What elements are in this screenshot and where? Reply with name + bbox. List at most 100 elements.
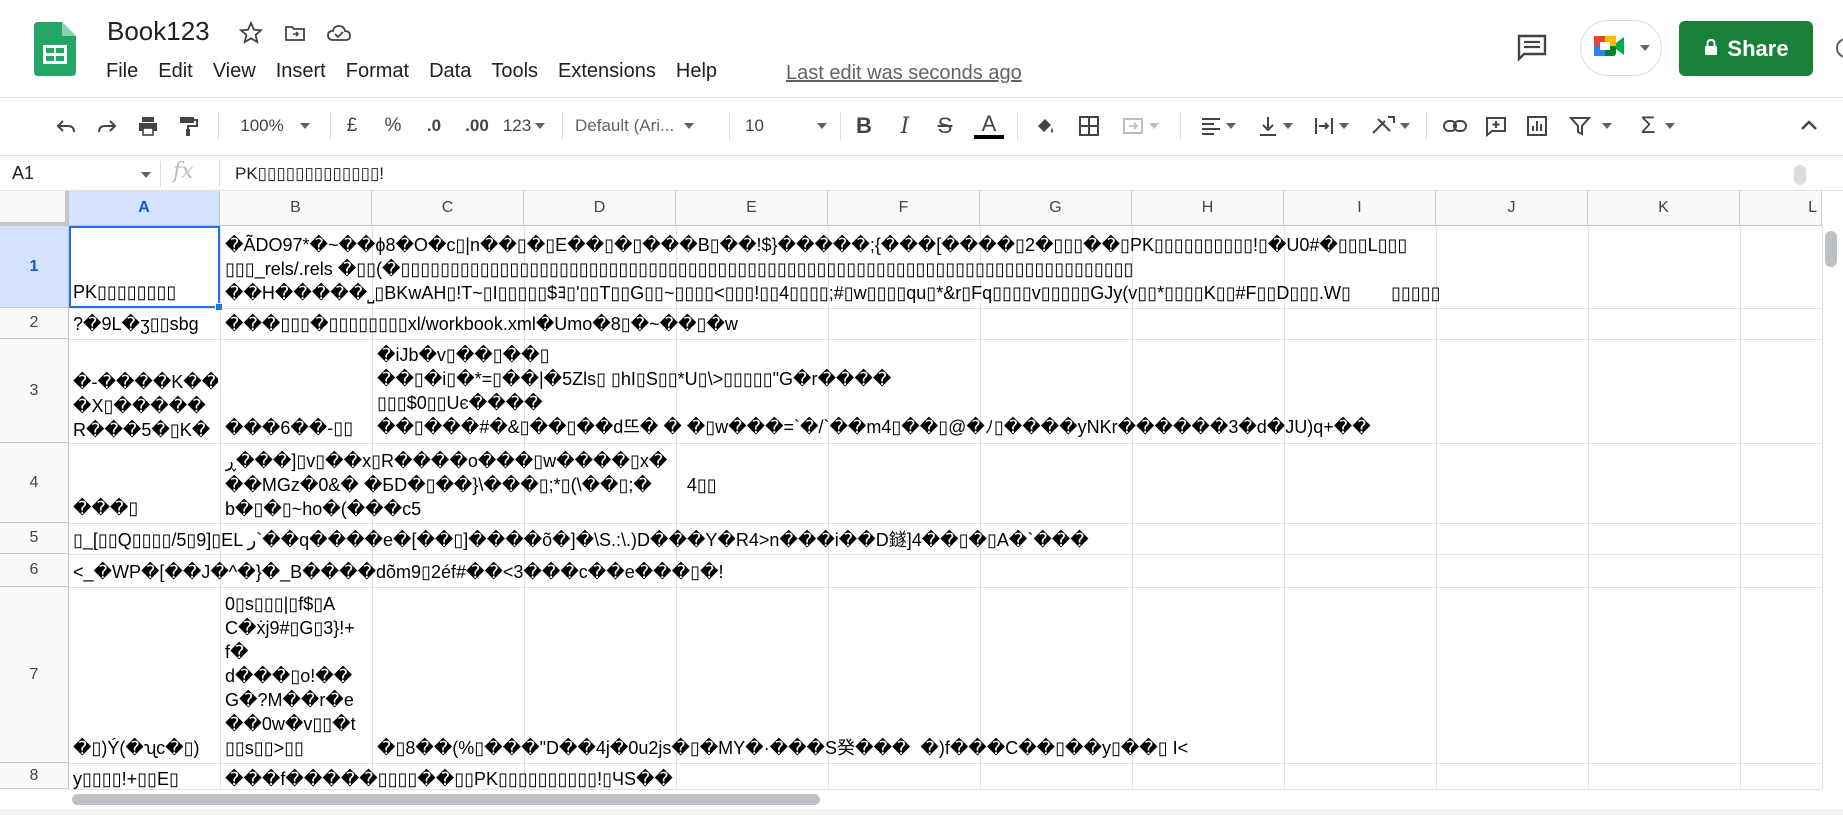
functions-icon[interactable]: Σ	[1630, 110, 1686, 142]
column-header-h[interactable]: H	[1132, 191, 1284, 226]
valign-bottom-icon[interactable]	[1250, 110, 1300, 142]
percent-button[interactable]: %	[378, 110, 408, 142]
cell-b4[interactable]: ڕ���]▯v▯��x▯R����o���▯w����▯x� ��MGz�0&�…	[225, 449, 825, 521]
cloud-status-icon[interactable]	[324, 18, 354, 48]
menu-view[interactable]: View	[213, 60, 256, 83]
cell-c3[interactable]: �iJb�v▯��▯��▯ ��▯�i▯�*=▯��|�5Zls▯ ▯hI▯S▯…	[377, 343, 1820, 439]
row-header-6[interactable]: 6	[0, 554, 69, 587]
column-header-b[interactable]: B	[220, 191, 372, 226]
chart-icon[interactable]	[1520, 110, 1554, 142]
currency-button[interactable]: £	[338, 110, 366, 142]
cell-b8[interactable]: ���f�����▯▯▯▯��▯▯PK▯▯▯▯▯▯▯▯▯▯!▯ЧS��	[225, 767, 1125, 789]
increase-decimal-button[interactable]: .00	[458, 110, 496, 142]
cell-a8[interactable]: y▯▯▯▯!+▯▯E▯	[73, 767, 218, 789]
bold-icon[interactable]: B	[849, 110, 879, 142]
link-icon[interactable]	[1438, 110, 1472, 142]
paint-format-icon[interactable]	[172, 110, 204, 142]
row-header-7[interactable]: 7	[0, 587, 69, 763]
filter-icon[interactable]	[1562, 110, 1618, 142]
text-rotate-icon[interactable]	[1362, 110, 1418, 142]
row-header-3[interactable]: 3	[0, 339, 69, 443]
fx-icon: fx	[173, 159, 194, 184]
font-size-select[interactable]: 10	[745, 110, 827, 142]
row-header-1[interactable]: 1	[0, 226, 69, 308]
zoom-value: 100%	[240, 116, 284, 135]
undo-icon[interactable]	[50, 110, 82, 142]
cell-a5[interactable]: ▯_[▯▯Q▯▯▯▯/5▯9]▯EL ر`��q����e�[��▯]����õ…	[73, 528, 1818, 552]
menu-format[interactable]: Format	[346, 60, 409, 83]
text-color-bar	[974, 135, 1004, 139]
row-header-2[interactable]: 2	[0, 308, 69, 339]
column-header-c[interactable]: C	[372, 191, 524, 226]
column-header-a[interactable]: A	[69, 191, 220, 226]
column-header-i[interactable]: I	[1284, 191, 1436, 226]
menu-extensions[interactable]: Extensions	[558, 60, 656, 83]
column-header-k[interactable]: K	[1588, 191, 1740, 226]
document-title[interactable]: Book123	[107, 16, 210, 47]
move-icon[interactable]	[280, 18, 310, 48]
meet-button[interactable]	[1580, 20, 1662, 76]
chevron-down-icon	[1400, 123, 1410, 129]
sheets-logo-icon[interactable]	[34, 22, 76, 76]
chevron-down-icon	[299, 123, 310, 129]
cell-a7[interactable]: �▯)Ý(�ʯc�▯)	[73, 736, 218, 760]
chevron-down-icon	[1602, 123, 1612, 129]
cell-a2[interactable]: ?�9L�ʒ▯▯sbg	[73, 312, 218, 336]
cell-c7[interactable]: �▯8��(%▯���"D��4j�0u2js�▯�MY�·���S癸��� �…	[377, 736, 1820, 760]
decrease-decimal-button[interactable]: .0	[418, 110, 450, 142]
menu-data[interactable]: Data	[429, 60, 471, 83]
vertical-scrollbar[interactable]	[1822, 226, 1843, 789]
column-header-j[interactable]: J	[1436, 191, 1588, 226]
formula-input[interactable]: PK▯▯▯▯▯▯▯▯▯▯▯▯▯!	[235, 164, 384, 184]
column-header-f[interactable]: F	[828, 191, 980, 226]
text-color-icon[interactable]: A	[972, 110, 1006, 142]
cell-a6[interactable]: <_�WP�[��J�^�}�_B����dõm9▯2éf#��<3���c��…	[73, 560, 1818, 584]
align-left-icon[interactable]	[1193, 110, 1243, 142]
name-box[interactable]: A1	[12, 163, 34, 184]
menu-bar: File Edit View Insert Format Data Tools …	[106, 60, 737, 83]
last-edit-link[interactable]: Last edit was seconds ago	[786, 62, 1022, 85]
print-icon[interactable]	[132, 110, 164, 142]
merge-cells-icon[interactable]	[1115, 110, 1165, 142]
cell-a4[interactable]: ���▯	[73, 496, 218, 520]
horizontal-scroll-thumb[interactable]	[72, 794, 820, 805]
cell-a3[interactable]: �-����K�� �X▯����� R���5�▯K�	[73, 370, 218, 442]
collapse-icon[interactable]	[1794, 110, 1824, 142]
more-formats-select[interactable]: 123	[498, 110, 550, 142]
column-header-g[interactable]: G	[980, 191, 1132, 226]
cell-b1[interactable]: �ÃDO97*�~��ϕ8�O�c▯|n��▯�▯E��▯�▯���B▯��!$…	[225, 233, 1820, 305]
fill-color-icon[interactable]	[1028, 110, 1062, 142]
borders-icon[interactable]	[1073, 110, 1105, 142]
menu-edit[interactable]: Edit	[158, 60, 192, 83]
star-icon[interactable]	[236, 18, 266, 48]
text-wrap-icon[interactable]	[1306, 110, 1356, 142]
column-header-d[interactable]: D	[524, 191, 676, 226]
comment-icon[interactable]	[1479, 110, 1513, 142]
account-avatar[interactable]	[1836, 38, 1843, 58]
redo-icon[interactable]	[91, 110, 123, 142]
row-header-4[interactable]: 4	[0, 443, 69, 523]
row-header-8[interactable]: 8	[0, 763, 69, 789]
comments-icon[interactable]	[1514, 30, 1550, 66]
formula-scrollbar[interactable]	[1794, 165, 1806, 185]
font-select[interactable]: Default (Ari...	[575, 110, 720, 142]
share-button[interactable]: Share	[1679, 21, 1813, 76]
italic-icon[interactable]: I	[890, 110, 920, 142]
menu-file[interactable]: File	[106, 60, 138, 83]
select-all-corner[interactable]	[0, 191, 69, 226]
cell-b7[interactable]: 0▯s▯▯▯|▯f$▯A C�ẋj9#▯G▯3}!+ f� d���▯o!�� …	[225, 592, 370, 760]
vertical-scroll-thumb[interactable]	[1825, 231, 1837, 267]
font-name: Default (Ari...	[575, 116, 675, 135]
menu-tools[interactable]: Tools	[491, 60, 538, 83]
cell-b2[interactable]: ���▯▯▯�▯▯▯▯▯▯▯▯xl/workbook.xml�Umo�8▯�~�…	[225, 312, 825, 336]
chevron-down-icon[interactable]	[141, 172, 151, 178]
column-header-e[interactable]: E	[676, 191, 828, 226]
fill-handle[interactable]	[215, 303, 223, 311]
strikethrough-icon[interactable]: S	[930, 110, 960, 142]
menu-insert[interactable]: Insert	[276, 60, 326, 83]
cell-b3[interactable]: ���6��-▯▯	[225, 416, 370, 440]
zoom-select[interactable]: 100%	[230, 110, 320, 142]
menu-help[interactable]: Help	[676, 60, 717, 83]
row-header-5[interactable]: 5	[0, 523, 69, 554]
column-header-l[interactable]: L	[1740, 191, 1822, 226]
